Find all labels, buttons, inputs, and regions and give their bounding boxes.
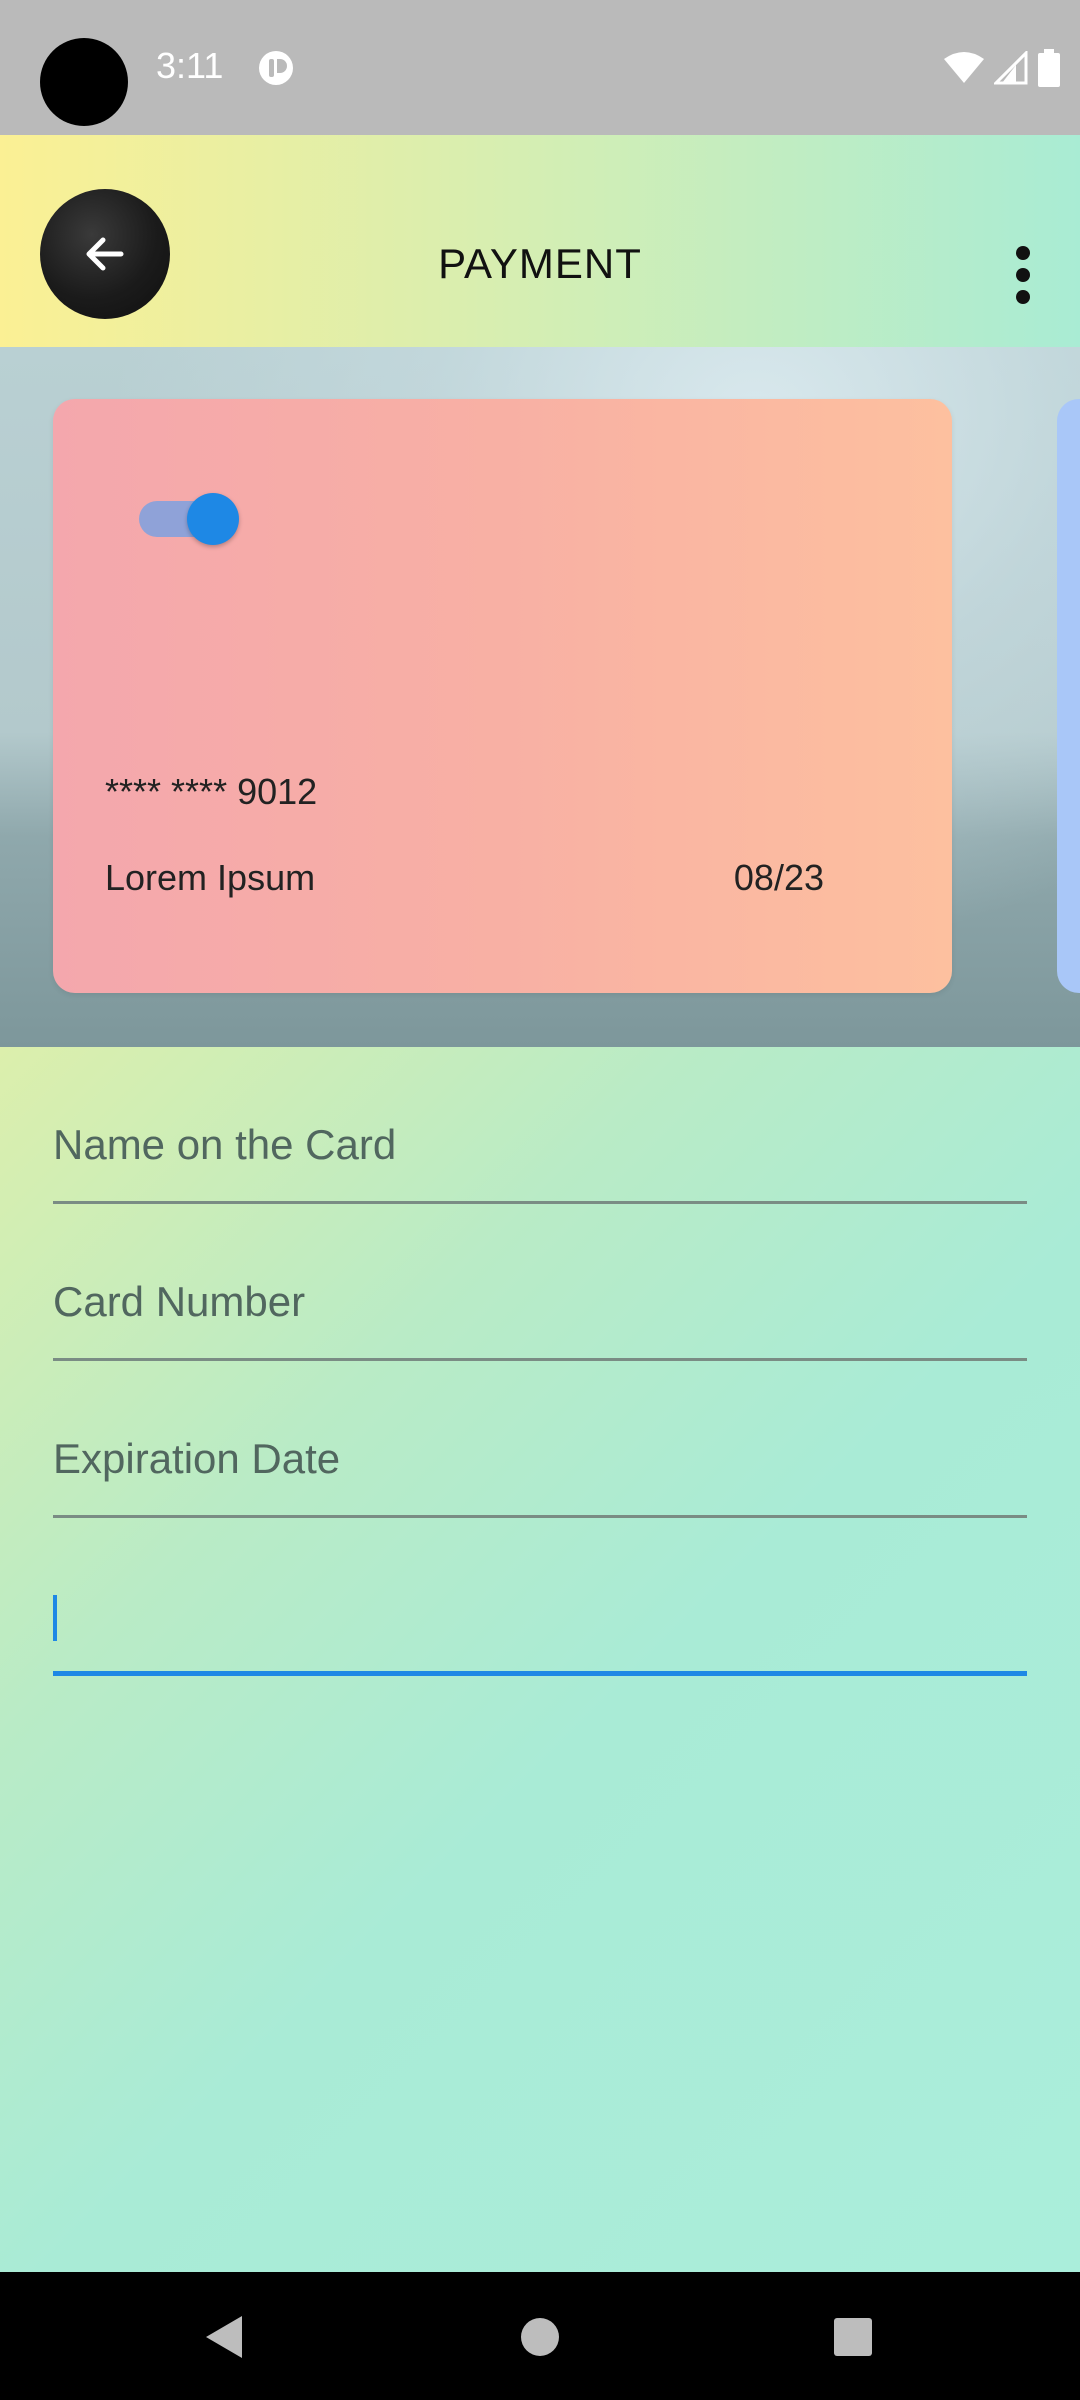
- cvv-field[interactable]: [53, 1519, 1027, 1676]
- card-toggle[interactable]: [139, 487, 239, 545]
- card-number-label: Card Number: [53, 1278, 306, 1325]
- battery-icon: [1038, 49, 1060, 87]
- card-expiry: 08/23: [733, 857, 824, 898]
- card-carousel: **** **** 9012 Lorem Ipsum 08/23: [0, 347, 1080, 1047]
- more-vert-icon: [1016, 246, 1030, 304]
- navigation-bar: [0, 2272, 1080, 2400]
- card-number: **** **** 9012: [105, 771, 318, 812]
- text-cursor: [53, 1595, 57, 1641]
- camera-cutout: [40, 38, 128, 126]
- expiration-date-field[interactable]: Expiration Date: [53, 1361, 1027, 1518]
- next-card[interactable]: [1057, 399, 1080, 993]
- home-circle-icon[interactable]: [515, 2312, 565, 2362]
- name-on-card-label: Name on the Card: [53, 1121, 397, 1168]
- app-notification-icon: [259, 51, 293, 85]
- name-on-card-field[interactable]: Name on the Card: [53, 1047, 1027, 1204]
- card-form: Name on the Card Card Number Expiration …: [0, 1047, 1080, 2272]
- more-options-button[interactable]: [998, 235, 1048, 315]
- status-icons: [944, 48, 1060, 88]
- payment-card[interactable]: **** **** 9012 Lorem Ipsum 08/23: [53, 399, 952, 993]
- status-bar: 3:11: [0, 0, 1080, 135]
- field-underline: [53, 1515, 1027, 1518]
- card-number-field[interactable]: Card Number: [53, 1204, 1027, 1361]
- status-time: 3:11: [156, 45, 224, 86]
- recents-square-icon[interactable]: [828, 2312, 878, 2362]
- back-triangle-icon[interactable]: [200, 2312, 250, 2362]
- cellular-signal-icon: [994, 51, 1028, 85]
- expiration-date-label: Expiration Date: [53, 1435, 341, 1482]
- wifi-icon: [944, 52, 984, 83]
- page-title: PAYMENT: [438, 240, 642, 287]
- app-bar: PAYMENT: [0, 135, 1080, 347]
- field-underline-active: [53, 1671, 1027, 1676]
- toggle-thumb: [187, 493, 239, 545]
- card-holder-name: Lorem Ipsum: [105, 857, 316, 898]
